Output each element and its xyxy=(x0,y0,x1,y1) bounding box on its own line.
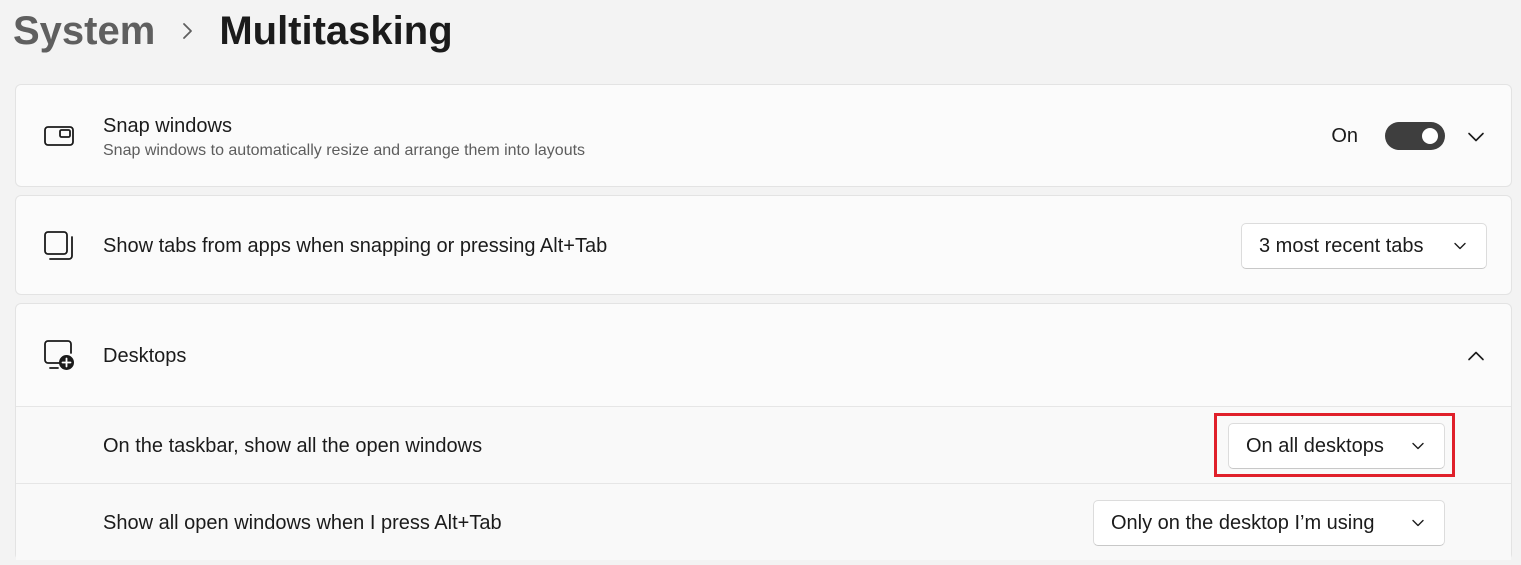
desktops-card: Desktops On the taskbar, show all the op… xyxy=(15,303,1512,560)
chevron-right-icon xyxy=(183,23,193,39)
snap-windows-description: Snap windows to automatically resize and… xyxy=(103,142,586,159)
desktops-title: Desktops xyxy=(103,345,187,367)
alt-tab-windows-dropdown[interactable]: Only on the desktop I’m using xyxy=(1093,500,1445,546)
chevron-down-icon xyxy=(1412,442,1424,450)
alt-tab-windows-label: Show all open windows when I press Alt+T… xyxy=(103,512,502,534)
alt-tab-windows-selected: Only on the desktop I’m using xyxy=(1111,511,1375,534)
toggle-knob xyxy=(1422,128,1438,144)
breadcrumb-parent-system[interactable]: System xyxy=(13,9,155,54)
taskbar-windows-dropdown[interactable]: On all desktops xyxy=(1228,423,1445,469)
snap-windows-card[interactable]: Snap windows Snap windows to automatical… xyxy=(15,84,1512,187)
snap-windows-toggle[interactable] xyxy=(1385,122,1445,150)
show-tabs-card: Show tabs from apps when snapping or pre… xyxy=(15,195,1512,295)
breadcrumb: System Multitasking xyxy=(13,4,453,58)
snap-windows-title: Snap windows xyxy=(103,115,232,137)
taskbar-windows-label: On the taskbar, show all the open window… xyxy=(103,435,483,457)
stacked-windows-icon xyxy=(44,231,73,260)
show-tabs-dropdown[interactable]: 3 most recent tabs xyxy=(1241,223,1487,269)
divider xyxy=(16,483,1511,484)
show-tabs-selected: 3 most recent tabs xyxy=(1259,234,1424,257)
chevron-down-icon[interactable] xyxy=(1466,127,1486,147)
divider xyxy=(16,406,1511,407)
chevron-up-icon[interactable] xyxy=(1466,346,1486,366)
chevron-down-icon xyxy=(1454,242,1466,250)
chevron-down-icon xyxy=(1412,519,1424,527)
show-tabs-title: Show tabs from apps when snapping or pre… xyxy=(103,235,608,257)
add-desktop-icon xyxy=(44,340,74,370)
taskbar-windows-selected: On all desktops xyxy=(1246,434,1384,457)
snap-windows-toggle-label: On xyxy=(1331,125,1358,147)
snap-layout-icon xyxy=(44,126,74,146)
page-title: Multitasking xyxy=(219,8,453,53)
